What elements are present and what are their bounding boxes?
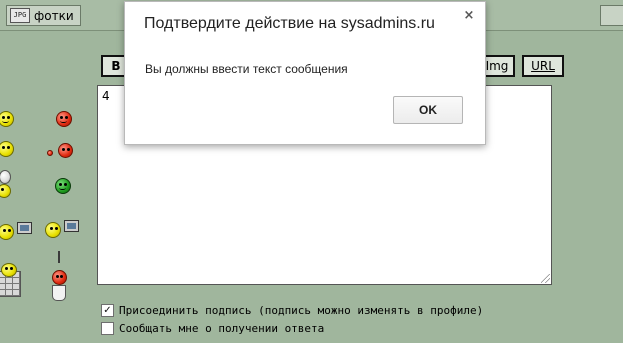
computer-smiley-icon[interactable] xyxy=(0,224,14,240)
computer-smiley-icon[interactable] xyxy=(45,222,61,238)
smiley-icon[interactable] xyxy=(0,111,14,127)
monitor-icon xyxy=(17,222,32,234)
angry-smiley-icon[interactable] xyxy=(56,111,72,127)
dialog-message: Вы должны ввести текст сообщения xyxy=(145,62,348,76)
ok-button[interactable]: OK xyxy=(393,96,463,124)
toilet-icon xyxy=(52,285,66,301)
dialog-title: Подтвердите действие на sysadmins.ru xyxy=(144,15,435,32)
plunger-icon xyxy=(58,251,60,263)
smiley-icon[interactable] xyxy=(0,141,14,157)
toilet-smiley-icon[interactable] xyxy=(52,270,67,285)
spit-drop-icon xyxy=(47,150,53,156)
photos-button[interactable]: JPG фотки xyxy=(6,5,81,26)
spitting-smiley-icon[interactable] xyxy=(58,143,73,158)
message-text: 4 xyxy=(102,89,110,103)
close-icon[interactable]: × xyxy=(462,9,476,23)
resize-grip-icon[interactable] xyxy=(541,274,550,283)
confirm-dialog: Подтвердите действие на sysadmins.ru × В… xyxy=(124,1,486,145)
attach-signature-checkbox[interactable]: ✓ xyxy=(101,304,114,317)
lightbulb-smiley-icon[interactable] xyxy=(0,170,11,184)
wall-smiley-icon xyxy=(1,263,17,277)
smiley-icon[interactable] xyxy=(0,184,11,198)
attach-signature-option[interactable]: ✓ Присоединить подпись (подпись можно из… xyxy=(101,304,483,317)
toolbar-button-partial[interactable] xyxy=(600,5,623,26)
attach-signature-label: Присоединить подпись (подпись можно изме… xyxy=(119,304,484,317)
jpg-file-icon: JPG xyxy=(10,8,30,23)
notify-reply-option[interactable]: Сообщать мне о получении ответа xyxy=(101,322,324,335)
notify-reply-label: Сообщать мне о получении ответа xyxy=(119,322,325,335)
monitor-icon xyxy=(64,220,79,232)
notify-reply-checkbox[interactable] xyxy=(101,322,114,335)
green-smiley-icon[interactable] xyxy=(55,178,71,194)
url-button[interactable]: URL xyxy=(522,55,564,77)
photos-button-label: фотки xyxy=(34,8,74,23)
